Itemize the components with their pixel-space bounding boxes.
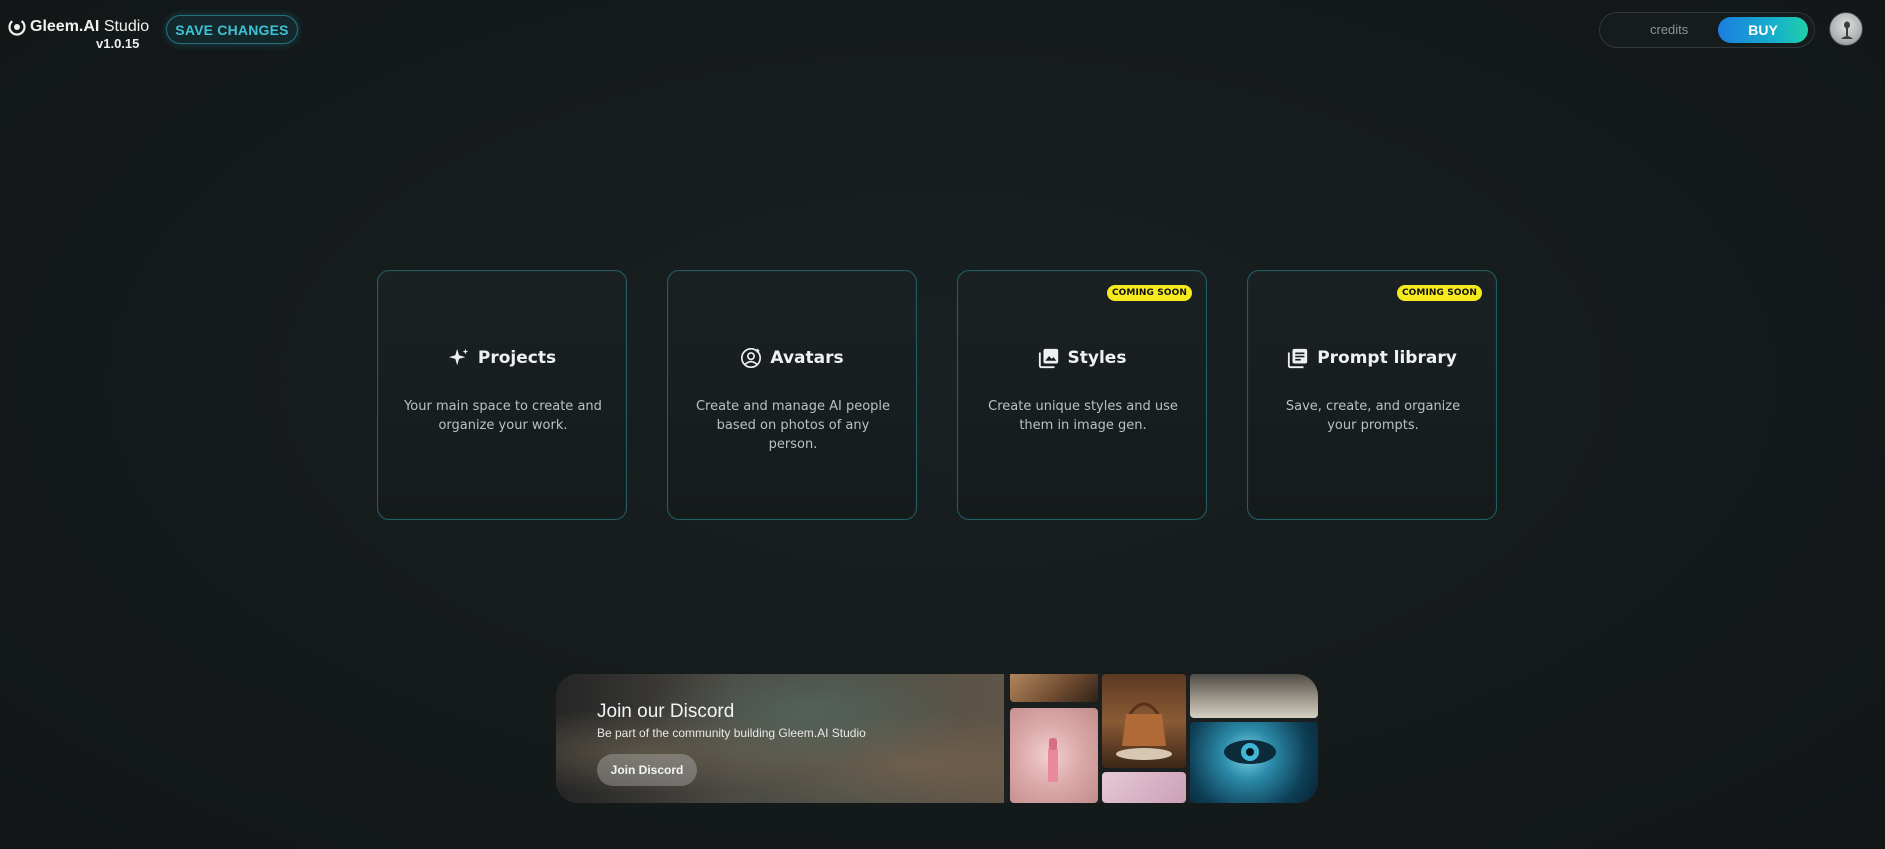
collage-image-handbag bbox=[1102, 674, 1186, 768]
collage-image-lipstick bbox=[1010, 708, 1098, 803]
brand-logo[interactable]: Gleem.AI Studio bbox=[8, 18, 149, 36]
card-description: Create unique styles and use them in ima… bbox=[988, 399, 1178, 433]
card-title: Prompt library bbox=[1317, 348, 1457, 368]
discord-banner: Join our Discord Be part of the communit… bbox=[556, 674, 1318, 803]
collage-image-product bbox=[1190, 674, 1318, 718]
library-icon bbox=[1287, 347, 1309, 369]
discord-subtitle: Be part of the community building Gleem.… bbox=[597, 726, 866, 740]
card-title-row: Avatars bbox=[668, 347, 916, 369]
user-circle-icon bbox=[740, 347, 762, 369]
card-description: Create and manage AI people based on pho… bbox=[695, 399, 891, 452]
card-title-row: Projects bbox=[378, 347, 626, 369]
save-changes-button[interactable]: SAVE CHANGES bbox=[166, 15, 298, 44]
coming-soon-badge: COMING SOON bbox=[1396, 285, 1482, 301]
discord-title: Join our Discord bbox=[597, 701, 735, 722]
card-prompt-library[interactable]: COMING SOON Prompt library Save, create,… bbox=[1247, 270, 1497, 520]
collage-image-eye bbox=[1190, 722, 1318, 803]
collage-image-portrait bbox=[1010, 674, 1098, 702]
card-title-row: Styles bbox=[958, 347, 1206, 369]
avatar-figure-icon bbox=[1841, 21, 1853, 39]
card-title: Projects bbox=[477, 348, 557, 368]
credits-panel: credits BUY bbox=[1599, 12, 1815, 48]
image-collage bbox=[1004, 674, 1318, 803]
buy-button[interactable]: BUY bbox=[1718, 17, 1808, 43]
logo-icon bbox=[8, 18, 26, 36]
user-avatar[interactable] bbox=[1829, 12, 1863, 46]
card-description: Save, create, and organize your prompts. bbox=[1285, 399, 1461, 433]
collage-image-pink bbox=[1102, 772, 1186, 803]
handbag-icon bbox=[1116, 702, 1172, 760]
coming-soon-badge: COMING SOON bbox=[1106, 285, 1192, 301]
sparkle-icon bbox=[448, 347, 470, 369]
card-styles[interactable]: COMING SOON Styles Create unique styles … bbox=[957, 270, 1207, 520]
card-projects[interactable]: Projects Your main space to create and o… bbox=[377, 270, 627, 520]
image-stack-icon bbox=[1038, 347, 1060, 369]
credits-label: credits bbox=[1650, 22, 1689, 37]
brand-name: Gleem.AI Studio bbox=[30, 18, 150, 35]
eye-icon bbox=[1224, 740, 1276, 764]
card-title: Styles bbox=[1067, 348, 1127, 368]
lipstick-icon bbox=[1048, 738, 1058, 782]
app-version: v1.0.15 bbox=[96, 36, 140, 51]
join-discord-button[interactable]: Join Discord bbox=[597, 754, 697, 786]
top-bar: Gleem.AI Studio v1.0.15 SAVE CHANGES cre… bbox=[0, 0, 1885, 60]
card-description: Your main space to create and organize y… bbox=[404, 399, 602, 433]
card-title-row: Prompt library bbox=[1248, 347, 1496, 369]
card-title: Avatars bbox=[770, 348, 844, 368]
card-avatars[interactable]: Avatars Create and manage AI people base… bbox=[667, 270, 917, 520]
